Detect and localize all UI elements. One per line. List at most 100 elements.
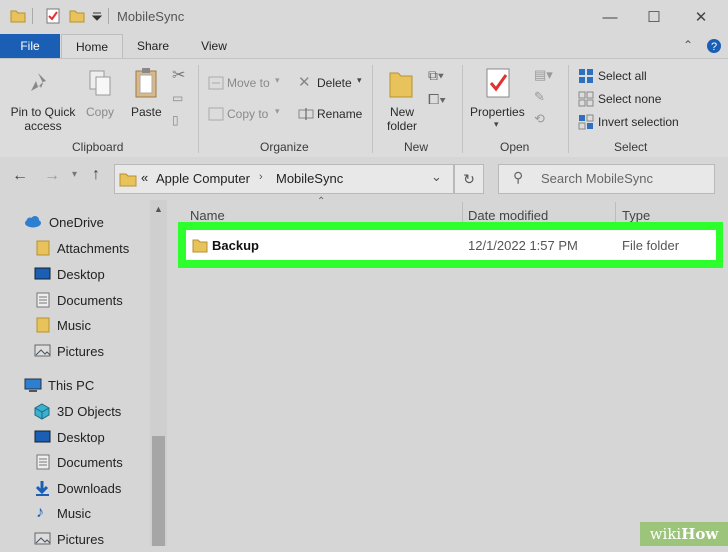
open-icon[interactable]: ▤▾ xyxy=(534,67,553,83)
sidebar-item-label: Music xyxy=(57,505,91,521)
desktop-icon xyxy=(34,430,51,443)
column-header-date-modified[interactable]: Date modified xyxy=(468,208,548,223)
sidebar-item-documents[interactable]: Documents xyxy=(36,449,123,475)
documents-icon xyxy=(36,292,50,308)
refresh-button[interactable]: ↻ xyxy=(454,164,484,194)
search-input[interactable]: ⚲ Search MobileSync xyxy=(498,164,715,194)
folder-icon xyxy=(36,317,50,333)
chevron-down-icon[interactable]: ⌄ xyxy=(431,169,442,185)
history-icon[interactable]: ⟲ xyxy=(534,111,545,127)
desktop-icon xyxy=(34,267,51,280)
music-icon: ♪ xyxy=(36,504,44,521)
group-label-organize: Organize xyxy=(260,140,309,154)
copy-button[interactable]: Copy xyxy=(86,105,114,119)
column-header-name[interactable]: Name xyxy=(190,208,225,223)
sidebar-item-desktop[interactable]: Desktop xyxy=(34,261,105,287)
recent-locations-icon[interactable]: ▾ xyxy=(72,169,77,180)
sidebar-item-onedrive[interactable]: OneDrive xyxy=(24,209,104,235)
copy-icon xyxy=(89,70,111,96)
cloud-icon xyxy=(25,216,41,228)
sidebar-item-label: Music xyxy=(57,317,91,333)
separator xyxy=(108,8,109,24)
sidebar-item-music[interactable]: Music xyxy=(36,312,91,338)
up-arrow-icon[interactable]: ↑ xyxy=(92,166,100,184)
cut-icon[interactable]: ✂ xyxy=(172,65,185,85)
new-folder-icon xyxy=(389,72,413,98)
breadcrumb-apple-computer[interactable]: Apple Computer xyxy=(156,171,250,186)
tab-share[interactable]: Share xyxy=(127,34,179,58)
invert-selection-button[interactable]: Invert selection xyxy=(598,115,679,129)
column-header-type[interactable]: Type xyxy=(622,208,650,223)
properties-icon[interactable] xyxy=(45,8,61,24)
tab-home[interactable]: Home xyxy=(61,34,123,59)
sidebar-item-desktop[interactable]: Desktop xyxy=(34,424,105,450)
sidebar-item-3d-objects[interactable]: 3D Objects xyxy=(34,398,121,424)
sidebar-item-label: Pictures xyxy=(57,531,104,547)
breadcrumb-separator-icon[interactable]: › xyxy=(259,171,263,183)
back-arrow-icon[interactable]: ← xyxy=(12,167,28,185)
sidebar-item-label: 3D Objects xyxy=(57,403,122,419)
new-item-icon[interactable]: ⧉▾ xyxy=(428,67,444,84)
customize-toolbar-icon[interactable] xyxy=(91,8,103,24)
easy-access-icon[interactable]: ⧠▾ xyxy=(428,91,446,108)
file-type: File folder xyxy=(622,238,680,253)
breadcrumb-overflow[interactable]: « xyxy=(141,170,148,185)
svg-text:?: ? xyxy=(711,41,717,53)
close-button[interactable]: ✕ xyxy=(678,4,724,30)
copy-path-icon[interactable]: ▭ xyxy=(172,91,183,105)
separator xyxy=(568,65,569,153)
pin-icon xyxy=(31,73,46,91)
properties-icon xyxy=(486,68,510,98)
chevron-down-icon[interactable]: ▾ xyxy=(357,75,362,86)
chevron-down-icon[interactable]: ▾ xyxy=(494,119,499,130)
sidebar-item-label: Attachments xyxy=(57,240,130,256)
sidebar-item-label: Documents xyxy=(57,292,123,308)
delete-button[interactable]: Delete xyxy=(317,76,352,90)
pin-to-quick-access-button[interactable]: Pin to Quick access xyxy=(8,105,78,133)
select-all-icon xyxy=(579,69,593,83)
navigation-scrollbar[interactable]: ▲ xyxy=(150,200,167,546)
rename-button[interactable]: Rename xyxy=(317,107,362,121)
properties-button[interactable]: Properties xyxy=(470,105,525,119)
new-folder-button[interactable]: New folder xyxy=(382,105,422,133)
file-date-modified: 12/1/2022 1:57 PM xyxy=(468,238,578,253)
new-folder-icon[interactable] xyxy=(69,8,85,24)
table-row[interactable]: Backup 12/1/2022 1:57 PM File folder xyxy=(186,230,716,260)
scrollbar-thumb[interactable] xyxy=(152,436,165,546)
sort-ascending-icon: ⌃ xyxy=(317,196,326,207)
chevron-down-icon[interactable]: ▾ xyxy=(275,75,280,86)
logo-text-wiki: wiki xyxy=(649,525,682,543)
sidebar-item-this-pc[interactable]: This PC xyxy=(24,372,94,398)
sidebar-item-pictures[interactable]: Pictures xyxy=(34,526,104,552)
select-all-button[interactable]: Select all xyxy=(598,69,647,83)
scroll-up-icon[interactable]: ▲ xyxy=(154,204,163,214)
sidebar-item-music[interactable]: ♪ Music xyxy=(36,500,91,526)
copy-to-button[interactable]: Copy to xyxy=(227,107,268,121)
select-none-button[interactable]: Select none xyxy=(598,92,661,106)
search-icon: ⚲ xyxy=(513,169,524,185)
move-to-button[interactable]: Move to xyxy=(227,76,270,90)
chevron-down-icon[interactable]: ▾ xyxy=(275,106,280,117)
paste-button[interactable]: Paste xyxy=(131,105,162,119)
search-placeholder: Search MobileSync xyxy=(541,171,653,186)
sidebar-item-attachments[interactable]: Attachments xyxy=(36,235,129,261)
forward-arrow-icon[interactable]: → xyxy=(44,167,60,185)
paste-shortcut-icon[interactable]: ▯ xyxy=(172,113,179,127)
sidebar-item-documents[interactable]: Documents xyxy=(36,287,123,313)
sidebar-item-pictures[interactable]: Pictures xyxy=(34,338,104,364)
address-bar[interactable]: « Apple Computer › MobileSync ⌄ xyxy=(114,164,454,194)
rename-icon xyxy=(298,108,314,120)
tab-file[interactable]: File xyxy=(0,34,60,58)
help-icon[interactable]: ? xyxy=(706,38,722,54)
wikihow-logo: wikiHow xyxy=(640,522,728,546)
minimize-button[interactable]: — xyxy=(587,4,633,30)
edit-icon[interactable]: ✎ xyxy=(534,89,545,105)
breadcrumb-mobilesync[interactable]: MobileSync xyxy=(276,171,343,186)
chevron-up-icon[interactable]: ⌃ xyxy=(683,38,693,52)
sidebar-item-downloads[interactable]: Downloads xyxy=(34,475,121,501)
folder-icon xyxy=(192,239,208,253)
folder-icon xyxy=(36,240,50,256)
maximize-button[interactable]: ☐ xyxy=(631,4,677,30)
tab-view[interactable]: View xyxy=(188,34,240,58)
sidebar-item-label: Desktop xyxy=(57,266,105,282)
